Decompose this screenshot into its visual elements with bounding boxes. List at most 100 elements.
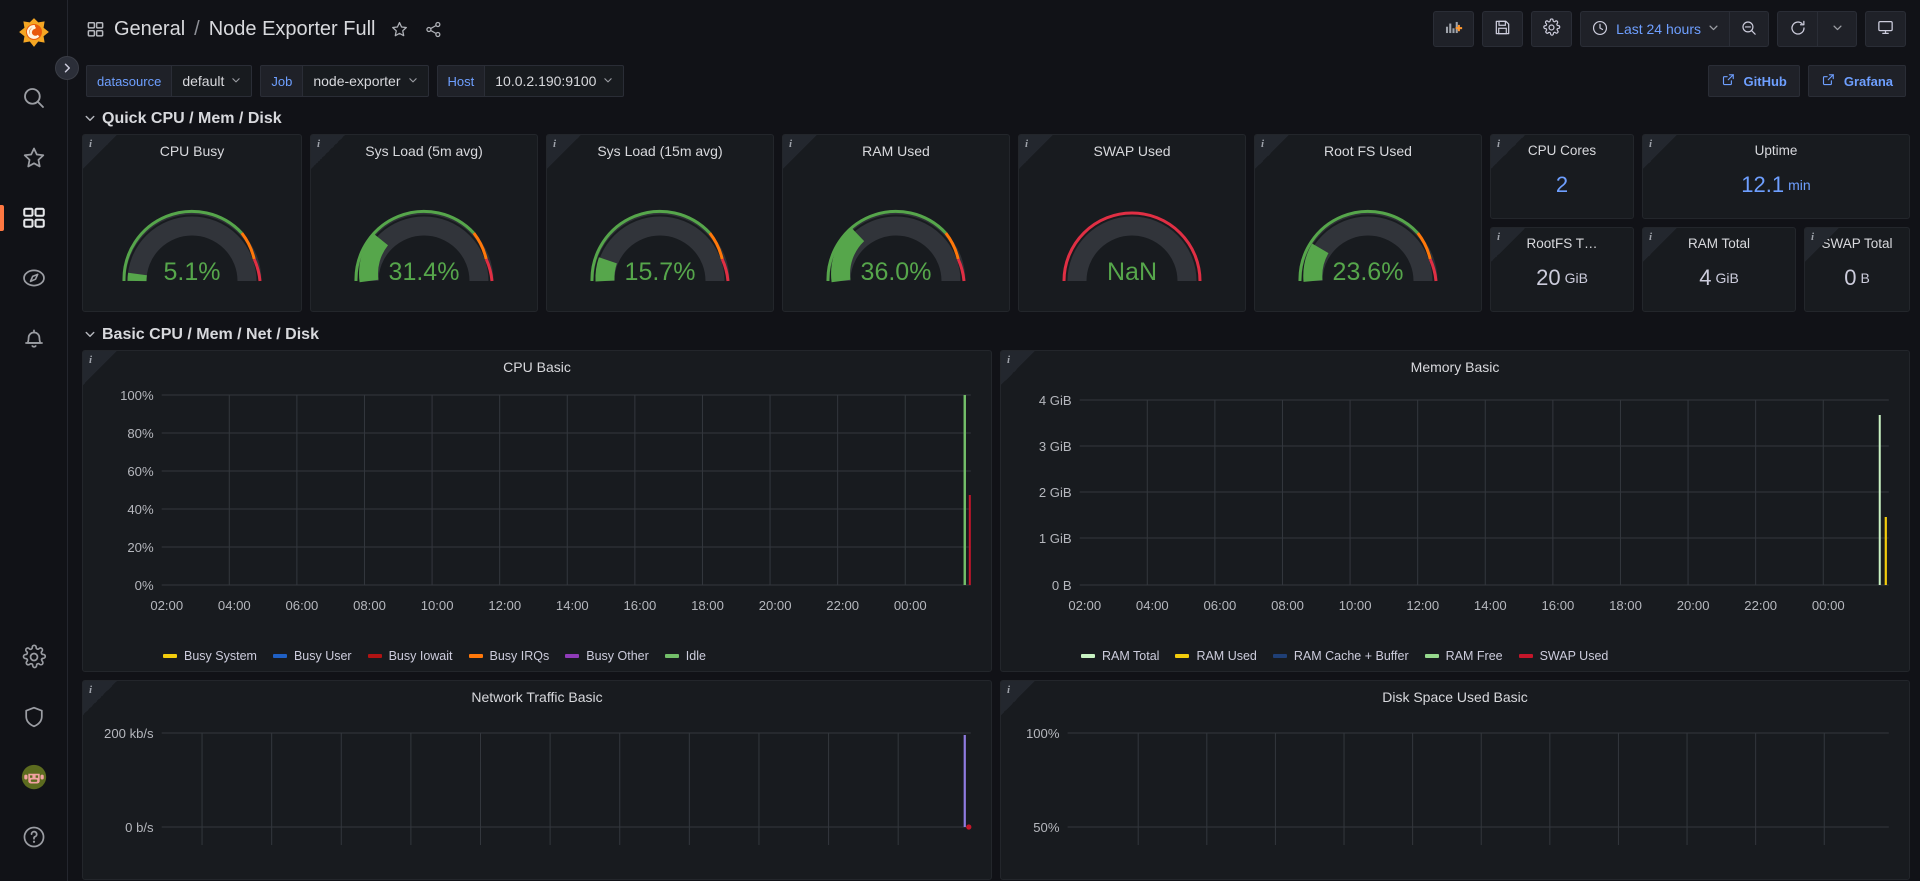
panel-sys-load-5m[interactable]: i Sys Load (5m avg) 31.4%	[310, 134, 538, 312]
svg-text:10:00: 10:00	[1339, 598, 1372, 613]
panel-description-icon[interactable]: i	[89, 684, 92, 696]
legend-label: SWAP Used	[1539, 649, 1609, 663]
panel-network-traffic-basic[interactable]: i Network Traffic Basic 200 kb/s 0 b/s	[82, 680, 992, 880]
legend-item[interactable]: Busy IRQs	[468, 649, 549, 663]
row-title: Quick CPU / Mem / Disk	[102, 110, 282, 127]
legend-item[interactable]: RAM Total	[1081, 649, 1159, 663]
gauge-value: 15.7%	[624, 258, 696, 286]
dashboard-link-github[interactable]: GitHub	[1707, 65, 1800, 97]
stat-number: 4	[1699, 264, 1712, 290]
panel-description-icon[interactable]: i	[89, 138, 92, 150]
legend-swatch	[163, 654, 177, 658]
legend-item[interactable]: SWAP Used	[1518, 649, 1609, 663]
breadcrumb-folder[interactable]: General	[114, 18, 185, 41]
panel-description-icon[interactable]: i	[317, 138, 320, 150]
add-panel-button[interactable]	[1433, 11, 1475, 47]
legend-memory-basic: RAM Total RAM Used RAM Cache + Buffer RA…	[1001, 649, 1608, 663]
save-dashboard-button[interactable]	[1482, 11, 1524, 47]
panel-ram-used[interactable]: i RAM Used 36.0%	[782, 134, 1010, 312]
svg-text:20%: 20%	[127, 540, 154, 555]
sidebar-item-user-profile[interactable]	[0, 747, 68, 807]
panel-swap-total[interactable]: i SWAP Total 0 B	[1804, 227, 1910, 312]
sidebar-item-help[interactable]	[0, 807, 68, 867]
panel-description-icon[interactable]: i	[1007, 684, 1010, 696]
chart-disk-space-used-basic: 100% 50%	[1001, 705, 1909, 877]
panel-description-icon[interactable]: i	[1497, 231, 1500, 243]
star-dashboard-icon[interactable]	[390, 20, 409, 39]
sidebar-item-alerting[interactable]	[0, 308, 68, 368]
sidebar-item-configuration[interactable]	[0, 627, 68, 687]
svg-text:4 GiB: 4 GiB	[1039, 393, 1072, 408]
svg-text:18:00: 18:00	[691, 598, 724, 613]
dashboard-link-grafana[interactable]: Grafana	[1807, 65, 1906, 97]
legend-item[interactable]: Busy Other	[565, 649, 649, 663]
chart-cpu-basic: 100% 80% 60% 40% 20% 0% 02:00 04:00 06:0…	[83, 375, 991, 669]
svg-text:2 GiB: 2 GiB	[1039, 485, 1072, 500]
variable-picker[interactable]: 10.0.2.190:9100	[485, 65, 625, 97]
row-header-basic[interactable]: Basic CPU / Mem / Net / Disk	[82, 320, 1910, 350]
sidebar-item-dashboards[interactable]	[0, 188, 68, 248]
legend-item[interactable]: Busy Iowait	[367, 649, 453, 663]
panel-disk-space-used-basic[interactable]: i Disk Space Used Basic 100% 50%	[1000, 680, 1910, 880]
avatar-icon	[21, 764, 47, 790]
panel-description-icon[interactable]: i	[1497, 138, 1500, 150]
time-range-label: Last 24 hours	[1616, 21, 1701, 37]
legend-item[interactable]: RAM Cache + Buffer	[1272, 649, 1409, 663]
panel-description-icon[interactable]: i	[1811, 231, 1814, 243]
legend-item[interactable]: RAM Free	[1424, 649, 1503, 663]
legend-item[interactable]: Busy System	[163, 649, 257, 663]
panel-rootfs-total[interactable]: i RootFS T… 20 GiB	[1490, 227, 1634, 312]
expand-sidebar-chevron[interactable]	[55, 56, 79, 80]
variable-picker[interactable]: default	[172, 65, 253, 97]
panel-title: Disk Space Used Basic	[1382, 689, 1528, 705]
panel-memory-basic[interactable]: i Memory Basic 4 GiB 3 GiB 2 GiB 1 GiB 0…	[1000, 350, 1910, 672]
chevron-down-icon	[603, 75, 613, 88]
svg-text:08:00: 08:00	[1271, 598, 1304, 613]
legend-swatch	[468, 654, 483, 658]
dashboard-settings-button[interactable]	[1531, 11, 1573, 47]
sidebar-item-server-admin[interactable]	[0, 687, 68, 747]
panel-ram-total[interactable]: i RAM Total 4 GiB	[1642, 227, 1796, 312]
search-icon	[21, 85, 47, 111]
sidebar-item-starred[interactable]	[0, 128, 68, 188]
refresh-dashboard-button[interactable]	[1777, 11, 1817, 47]
panel-description-icon[interactable]: i	[1007, 354, 1010, 366]
panel-cpu-basic[interactable]: i CPU Basic 100% 80% 60% 40% 20% 0% 02:0…	[82, 350, 992, 672]
legend-item[interactable]: RAM Used	[1175, 649, 1257, 663]
shield-icon	[21, 704, 47, 730]
panel-description-icon[interactable]: i	[553, 138, 556, 150]
time-range-picker[interactable]: Last 24 hours	[1580, 11, 1729, 47]
cycle-view-mode-button[interactable]	[1865, 11, 1906, 47]
gauge-value: 36.0%	[860, 258, 932, 286]
svg-text:02:00: 02:00	[1068, 598, 1101, 613]
grafana-logo[interactable]	[17, 16, 51, 50]
panel-swap-used[interactable]: i SWAP Used NaN	[1018, 134, 1246, 312]
row-header-quick[interactable]: Quick CPU / Mem / Disk	[82, 104, 1910, 134]
legend-item[interactable]: Idle	[664, 649, 706, 663]
share-dashboard-icon[interactable]	[424, 20, 443, 39]
breadcrumb-separator: /	[194, 17, 200, 40]
refresh-interval-picker[interactable]	[1817, 11, 1857, 47]
svg-text:04:00: 04:00	[1136, 598, 1169, 613]
legend-item[interactable]: Busy User	[272, 649, 352, 663]
variable-picker[interactable]: node-exporter	[303, 65, 429, 97]
time-range-controls: Last 24 hours	[1580, 11, 1769, 47]
zoom-out-time-range-button[interactable]	[1729, 11, 1769, 47]
panel-description-icon[interactable]: i	[1025, 138, 1028, 150]
panel-cpu-busy[interactable]: i CPU Busy 5.1%	[82, 134, 302, 312]
panel-description-icon[interactable]: i	[89, 354, 92, 366]
sidebar-item-search[interactable]	[0, 68, 68, 128]
panel-description-icon[interactable]: i	[1649, 138, 1652, 150]
stat-unit: min	[1788, 176, 1811, 193]
main-sidebar	[0, 0, 79, 881]
panel-sys-load-15m[interactable]: i Sys Load (15m avg) 15.7%	[546, 134, 774, 312]
panel-description-icon[interactable]: i	[789, 138, 792, 150]
panel-description-icon[interactable]: i	[1261, 138, 1264, 150]
sidebar-item-explore[interactable]	[0, 248, 68, 308]
panel-uptime[interactable]: i Uptime 12.1 min	[1642, 134, 1910, 219]
legend-swatch	[367, 654, 382, 658]
quick-stats-row: i CPU Busy 5.1% i Sys Load (5m avg) 31.4…	[82, 134, 1910, 312]
panel-root-fs-used[interactable]: i Root FS Used 23.6%	[1254, 134, 1482, 312]
panel-description-icon[interactable]: i	[1649, 231, 1652, 243]
panel-cpu-cores[interactable]: i CPU Cores 2	[1490, 134, 1634, 219]
